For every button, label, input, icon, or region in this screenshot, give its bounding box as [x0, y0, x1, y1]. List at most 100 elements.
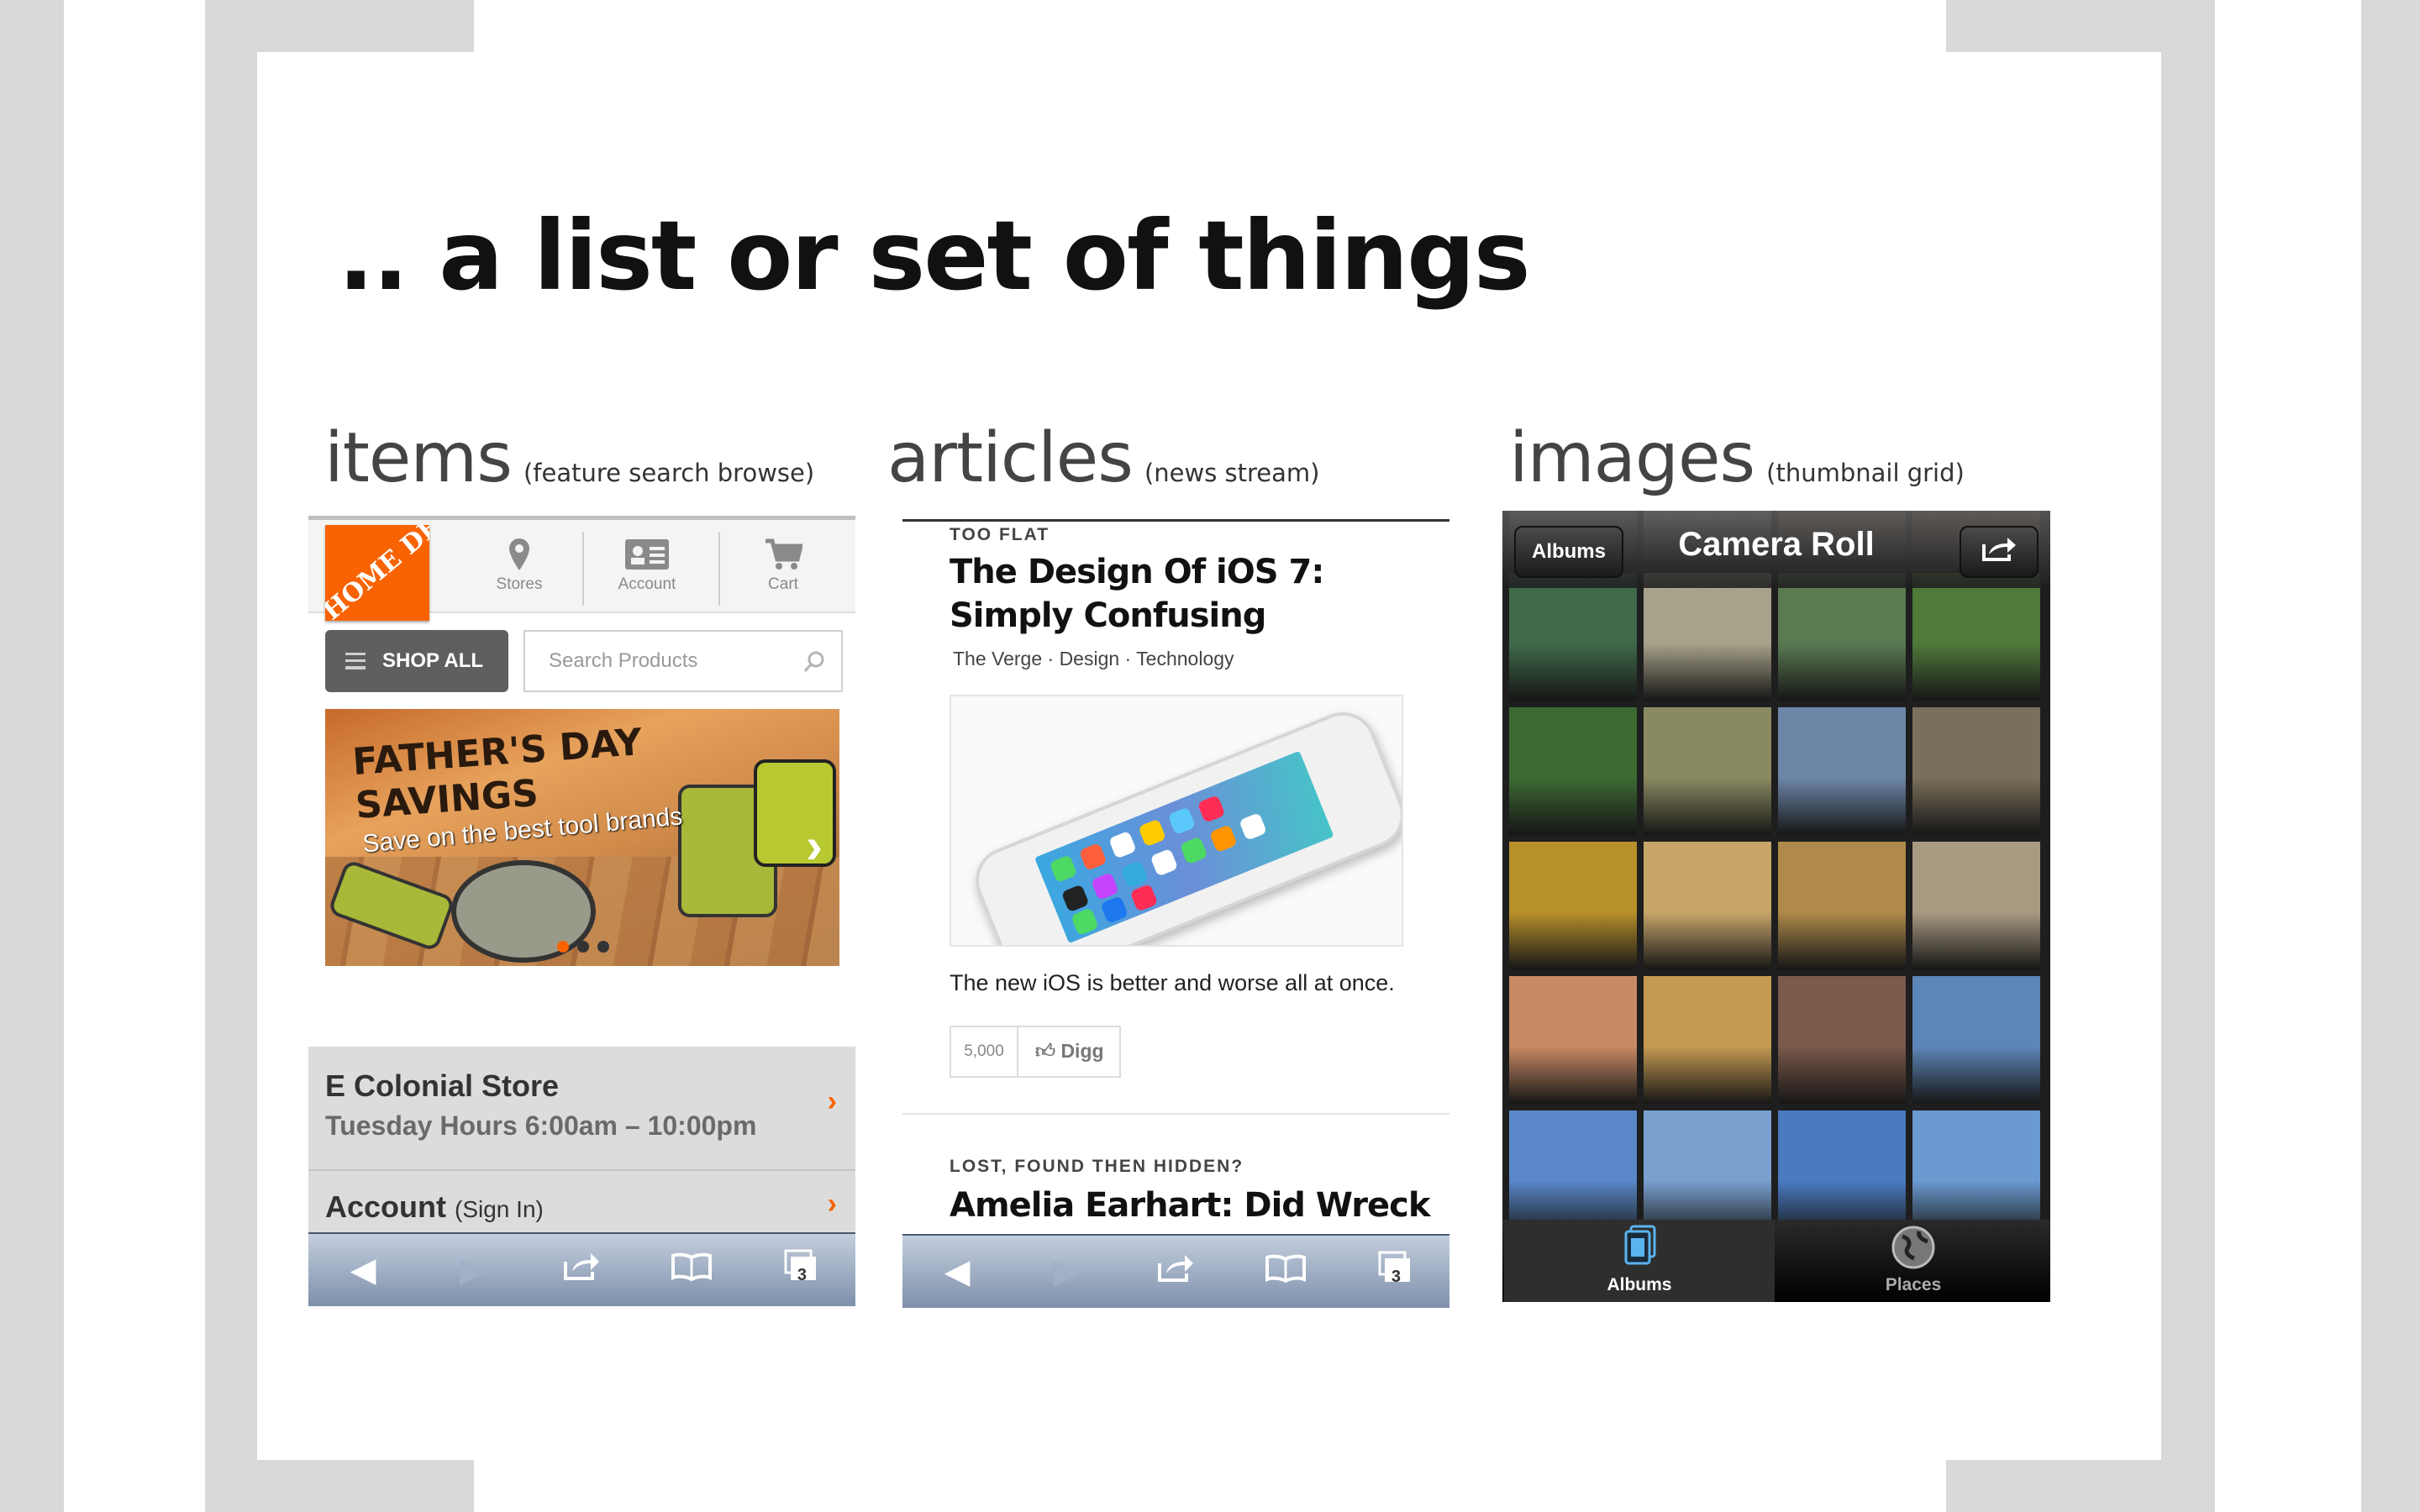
- homedepot-screenshot: THE HOME DEPOT Stores Account Cart SHOP …: [308, 516, 855, 1306]
- headline-line2: Simply Confusing: [950, 596, 1266, 635]
- photo-thumbnail[interactable]: [1644, 573, 1771, 701]
- digg-label: 👍︎ Digg: [1018, 1040, 1104, 1063]
- tabs-icon[interactable]: 3: [1370, 1251, 1420, 1293]
- safari-toolbar: ◀ ▶ 3: [308, 1232, 855, 1306]
- article-kicker: TOO FLAT: [950, 525, 1050, 544]
- carousel-dot[interactable]: [597, 941, 609, 953]
- shop-all-button[interactable]: SHOP ALL: [325, 630, 508, 692]
- article-image[interactable]: [950, 695, 1403, 947]
- back-arrow-icon[interactable]: ◀: [338, 1251, 388, 1289]
- back-arrow-icon[interactable]: ◀: [932, 1252, 982, 1291]
- nav-stores[interactable]: Stores: [456, 533, 582, 606]
- carousel-dot[interactable]: [557, 941, 569, 953]
- digg-text: Digg: [1060, 1040, 1104, 1062]
- photo-thumbnail[interactable]: [1509, 976, 1637, 1104]
- bookmarks-icon[interactable]: [1260, 1253, 1311, 1291]
- camera-roll-screenshot: Albums Camera Roll Albums Places: [1502, 511, 2050, 1302]
- logo-text: THE HOME DEPOT: [325, 525, 429, 621]
- article-headline[interactable]: The Design Of iOS 7: Simply Confusing: [950, 550, 1324, 638]
- tab-places[interactable]: Places: [1778, 1220, 2049, 1302]
- store-row[interactable]: E Colonial Store Tuesday Hours 6:00am – …: [308, 1047, 855, 1171]
- photo-thumbnail[interactable]: [1778, 573, 1906, 701]
- app-icon: [1208, 824, 1238, 853]
- search-input[interactable]: Search Products: [523, 630, 843, 692]
- digg-button[interactable]: 5,000 👍︎ Digg: [950, 1026, 1121, 1078]
- chevron-right-icon[interactable]: ›: [806, 816, 823, 874]
- homedepot-logo[interactable]: THE HOME DEPOT: [325, 525, 429, 621]
- frame-bracket-right-bottom: [1946, 1460, 2215, 1512]
- forward-arrow-icon[interactable]: ▶: [1041, 1252, 1092, 1291]
- albums-icon: [1504, 1220, 1775, 1275]
- photo-thumbnail[interactable]: [1912, 573, 2040, 701]
- share-button[interactable]: [1960, 526, 2039, 578]
- photo-thumbnail[interactable]: [1778, 707, 1906, 835]
- frame-bracket-right-vertical: [2161, 0, 2215, 1512]
- nav-account[interactable]: Account: [584, 533, 710, 606]
- photo-thumbnail[interactable]: [1509, 573, 1637, 701]
- iphone-screen: [1034, 750, 1334, 944]
- nav-cart[interactable]: Cart: [720, 533, 846, 606]
- article-divider: [902, 1113, 1449, 1115]
- chevron-right-icon: ›: [827, 1188, 837, 1220]
- tool-bag-image: [754, 759, 836, 867]
- photo-thumbnail[interactable]: [1778, 842, 1906, 969]
- bookmarks-icon[interactable]: [666, 1252, 717, 1289]
- tabs-count: 3: [1391, 1268, 1401, 1286]
- account-title: Account: [325, 1189, 446, 1224]
- camera-roll-navbar: Albums Camera Roll: [1502, 511, 2050, 588]
- column-subtitle: (news stream): [1144, 459, 1320, 487]
- share-icon[interactable]: [556, 1250, 607, 1290]
- photo-thumbnail[interactable]: [1912, 707, 2040, 835]
- photo-thumbnail[interactable]: [1644, 842, 1771, 969]
- frame-bracket-left-bottom: [205, 1460, 474, 1512]
- tabs-icon[interactable]: 3: [776, 1249, 826, 1291]
- account-signin: (Sign In): [455, 1196, 544, 1222]
- safari-toolbar: ◀ ▶ 3: [902, 1234, 1449, 1308]
- article-kicker: LOST, FOUND THEN HIDDEN?: [950, 1157, 1244, 1176]
- app-icon: [1239, 812, 1268, 841]
- forward-arrow-icon[interactable]: ▶: [447, 1251, 497, 1289]
- photo-thumbnail[interactable]: [1509, 707, 1637, 835]
- app-icon: [1049, 854, 1078, 884]
- app-icon: [1071, 907, 1099, 937]
- tab-albums[interactable]: Albums: [1504, 1220, 1775, 1302]
- shop-all-label: SHOP ALL: [382, 649, 484, 672]
- app-icon: [1100, 895, 1129, 924]
- app-icon: [1129, 883, 1159, 912]
- tab-label: Places: [1885, 1275, 1942, 1294]
- column-header-images: images (thumbnail grid): [1509, 418, 1965, 498]
- slide-title: .. a list or set of things: [338, 200, 1531, 312]
- app-icon: [1060, 884, 1090, 913]
- app-icon: [1091, 872, 1119, 901]
- photo-thumbnail[interactable]: [1912, 842, 2040, 969]
- tab-label: Albums: [1607, 1275, 1672, 1294]
- search-icon[interactable]: [802, 650, 826, 680]
- app-icon: [1108, 830, 1137, 859]
- chevron-right-icon: ›: [827, 1085, 837, 1117]
- carousel-dot[interactable]: [577, 941, 589, 953]
- frame-bracket-left-top: [205, 0, 474, 52]
- tabs-count: 3: [797, 1266, 807, 1284]
- promo-banner[interactable]: FATHER'S DAY SAVINGS Save on the best to…: [325, 709, 839, 966]
- pin-icon: [456, 533, 582, 575]
- photo-thumbnail[interactable]: [1912, 976, 2040, 1104]
- headline-line1: The Design Of iOS 7:: [950, 553, 1324, 591]
- homedepot-header: THE HOME DEPOT Stores Account Cart: [308, 516, 855, 621]
- photo-thumbnail[interactable]: [1778, 976, 1906, 1104]
- photo-thumbnail[interactable]: [1644, 976, 1771, 1104]
- article-meta: The Verge · Design · Technology: [953, 648, 1234, 669]
- store-name: E Colonial Store: [325, 1068, 560, 1103]
- column-title: items: [324, 418, 513, 498]
- share-icon: [1981, 534, 2018, 570]
- app-icon: [1150, 848, 1179, 877]
- photo-thumbnail[interactable]: [1644, 707, 1771, 835]
- hamburger-icon: [345, 653, 366, 669]
- account-label: Account (Sign In): [325, 1189, 544, 1225]
- card-icon: [584, 533, 710, 575]
- globe-icon: [1778, 1220, 2049, 1275]
- share-icon[interactable]: [1150, 1252, 1201, 1292]
- carousel-dots[interactable]: [557, 941, 609, 953]
- app-icon: [1138, 818, 1167, 848]
- article-headline[interactable]: Amelia Earhart: Did Wreck: [950, 1184, 1430, 1227]
- photo-thumbnail[interactable]: [1509, 842, 1637, 969]
